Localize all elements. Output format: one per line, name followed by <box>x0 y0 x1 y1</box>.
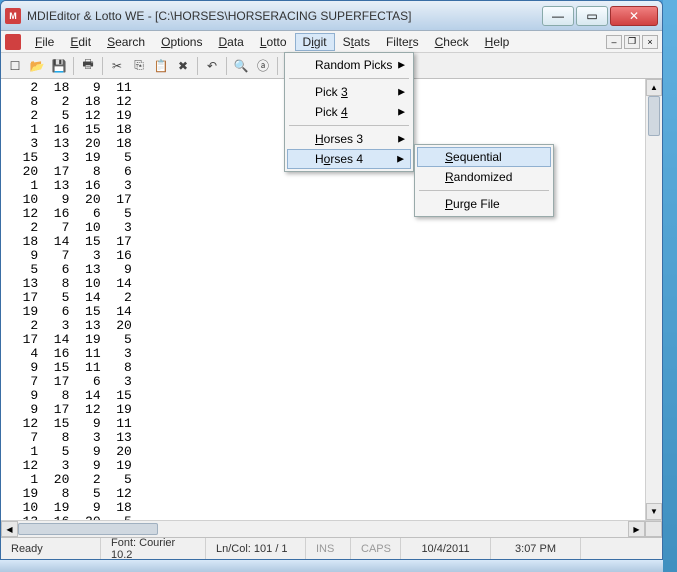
copy-icon[interactable]: ⎘ <box>129 56 149 76</box>
vertical-scroll-thumb[interactable] <box>648 96 660 136</box>
statusbar: Ready Font: Courier 10.2 Ln/Col: 101 / 1… <box>1 537 662 559</box>
menu-item-randomized[interactable]: Randomized <box>417 167 551 187</box>
app-icon: M <box>5 8 21 24</box>
scroll-right-arrow-icon[interactable]: ▶ <box>628 521 645 537</box>
status-lncol: Ln/Col: 101 / 1 <box>206 538 306 559</box>
scroll-up-arrow-icon[interactable]: ▲ <box>646 79 662 96</box>
open-icon[interactable]: 📂 <box>27 56 47 76</box>
toolbar-separator <box>73 57 74 75</box>
submenu-arrow-icon: ▶ <box>398 60 405 71</box>
menu-separator <box>419 190 549 191</box>
menu-item-horses3[interactable]: Horses 3▶ <box>287 129 411 149</box>
menu-check[interactable]: Check <box>427 33 477 51</box>
status-ready: Ready <box>1 538 101 559</box>
submenu-arrow-icon: ▶ <box>398 107 405 118</box>
menu-edit[interactable]: Edit <box>62 33 99 51</box>
toolbar-separator <box>277 57 278 75</box>
menu-stats[interactable]: Stats <box>335 33 378 51</box>
menu-separator <box>289 125 409 126</box>
horizontal-scroll-thumb[interactable] <box>18 523 158 535</box>
paste-icon[interactable]: 📋 <box>151 56 171 76</box>
replace-icon[interactable]: ⓐ <box>253 56 273 76</box>
submenu-arrow-icon: ▶ <box>397 154 404 165</box>
menu-item-sequential[interactable]: Sequential <box>417 147 551 167</box>
submenu-arrow-icon: ▶ <box>398 87 405 98</box>
find-icon[interactable]: 🔍 <box>231 56 251 76</box>
toolbar-separator <box>197 57 198 75</box>
scroll-left-arrow-icon[interactable]: ◀ <box>1 521 18 537</box>
mdi-app-icon[interactable] <box>5 34 21 50</box>
menu-data[interactable]: Data <box>210 33 251 51</box>
minimize-button[interactable]: — <box>542 6 574 26</box>
menu-digit[interactable]: Digit <box>295 33 335 51</box>
status-ins: INS <box>306 538 351 559</box>
window-title: MDIEditor & Lotto WE - [C:\HORSES\HORSER… <box>27 9 542 23</box>
maximize-button[interactable]: ▭ <box>576 6 608 26</box>
menu-item-random-picks[interactable]: Random Picks▶ <box>287 55 411 75</box>
menu-options[interactable]: Options <box>153 33 210 51</box>
scroll-corner <box>645 521 662 537</box>
menu-separator <box>289 78 409 79</box>
menu-file[interactable]: File <box>27 33 62 51</box>
menu-lotto[interactable]: Lotto <box>252 33 295 51</box>
mdi-restore-button[interactable]: ❐ <box>624 35 640 49</box>
submenu-arrow-icon: ▶ <box>398 134 405 145</box>
toolbar-separator <box>226 57 227 75</box>
menu-help[interactable]: Help <box>477 33 518 51</box>
titlebar[interactable]: M MDIEditor & Lotto WE - [C:\HORSES\HORS… <box>1 1 662 31</box>
horizontal-scrollbar[interactable]: ◀ ▶ <box>1 520 662 537</box>
menu-item-pick3[interactable]: Pick 3▶ <box>287 82 411 102</box>
menu-item-pick4[interactable]: Pick 4▶ <box>287 102 411 122</box>
status-time: 3:07 PM <box>491 538 581 559</box>
menubar: File Edit Search Options Data Lotto Digi… <box>1 31 662 53</box>
save-icon[interactable]: 💾 <box>49 56 69 76</box>
delete-icon[interactable]: ✖ <box>173 56 193 76</box>
status-font: Font: Courier 10.2 <box>101 538 206 559</box>
vertical-scrollbar[interactable]: ▲ ▼ <box>645 79 662 520</box>
close-button[interactable]: ✕ <box>610 6 658 26</box>
mdi-minimize-button[interactable]: – <box>606 35 622 49</box>
desktop-right-edge <box>663 0 677 572</box>
menu-search[interactable]: Search <box>99 33 153 51</box>
horizontal-scroll-track[interactable] <box>18 521 628 537</box>
menu-item-horses4[interactable]: Horses 4▶ <box>287 149 411 169</box>
taskbar[interactable] <box>0 560 663 572</box>
mdi-close-button[interactable]: × <box>642 35 658 49</box>
print-icon[interactable]: 🖶 <box>78 56 98 76</box>
menu-filters[interactable]: Filters <box>378 33 427 51</box>
undo-icon[interactable]: ↶ <box>202 56 222 76</box>
scroll-down-arrow-icon[interactable]: ▼ <box>646 503 662 520</box>
cut-icon[interactable]: ✂ <box>107 56 127 76</box>
new-icon[interactable]: ☐ <box>5 56 25 76</box>
menu-item-purge-file[interactable]: Purge File <box>417 194 551 214</box>
horses4-submenu: Sequential Randomized Purge File <box>414 144 554 217</box>
digit-dropdown: Random Picks▶ Pick 3▶ Pick 4▶ Horses 3▶ … <box>284 52 414 172</box>
status-caps: CAPS <box>351 538 401 559</box>
toolbar-separator <box>102 57 103 75</box>
status-date: 10/4/2011 <box>401 538 491 559</box>
